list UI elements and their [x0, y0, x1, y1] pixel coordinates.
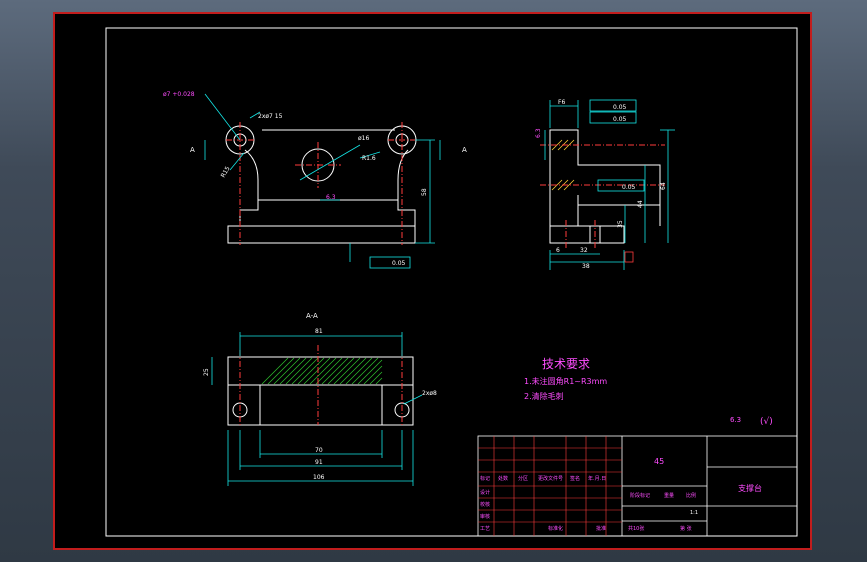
tb-scale: 比例: [686, 492, 696, 499]
tb-std: 标准化: [548, 525, 563, 532]
general-roughness-value: 6.3: [730, 416, 741, 424]
section-hatch: [261, 357, 383, 385]
tb-approve: 批准: [596, 525, 606, 532]
side-centerlines: [540, 144, 665, 250]
tb-stage: 阶段标记: [630, 492, 650, 499]
tb-scale-value: 1:1: [690, 510, 698, 516]
tol-side-3: 0.05: [622, 184, 636, 191]
dim-h35: 35: [617, 220, 624, 228]
dim-w38: 38: [582, 263, 590, 270]
side-hatch: [551, 139, 575, 191]
dim-w70: 70: [315, 447, 323, 454]
section-arrow-left: A: [190, 146, 195, 154]
tb-row-3: 校核: [480, 501, 490, 508]
tb-sheets: 共10张: [628, 525, 644, 532]
side-base: [549, 225, 625, 244]
dim-r16: R1.6: [362, 155, 376, 162]
tb-h2: 分区: [518, 475, 528, 482]
front-centerlines: [226, 122, 416, 245]
material: 45: [654, 457, 664, 466]
notes-line-2: 2.清除毛刺: [524, 391, 564, 401]
tol-side-2: 0.05: [613, 116, 627, 123]
dim-h25: 25: [203, 368, 210, 376]
tb-row-1: 标记: [480, 475, 490, 482]
tb-row-5: 工艺: [480, 526, 490, 532]
title-block-red: [478, 436, 622, 536]
tol-side-1: 0.05: [613, 104, 627, 111]
section-title: A-A: [306, 312, 318, 320]
dim-r15: R15: [220, 165, 232, 179]
dim-h44: 44: [637, 200, 644, 208]
flatness-front: 0.05: [392, 260, 406, 267]
notes-title: 技术要求: [542, 357, 590, 371]
part-name: 支撑台: [738, 483, 762, 493]
cad-viewport[interactable]: A A A-A ø7 +0.028 2xø7 15 ø16 R1.6 R15 5…: [0, 0, 867, 562]
engineering-drawing: A A A-A ø7 +0.028 2xø7 15 ø16 R1.6 R15 5…: [105, 27, 798, 537]
roughness-front: 6.3: [326, 194, 336, 201]
tb-row-2: 设计: [480, 489, 490, 496]
dim-f6: F6: [558, 99, 565, 106]
section-arrow-right: A: [462, 146, 467, 154]
dim-w81: 81: [315, 328, 323, 335]
tb-h1: 处数: [498, 475, 508, 482]
side-upright: [549, 129, 661, 226]
tb-weight: 重量: [664, 492, 674, 499]
roughness-side: 6.3: [535, 128, 542, 138]
dim-w106: 106: [313, 474, 325, 481]
general-roughness-mark: (√): [760, 416, 773, 427]
dim-w91: 91: [315, 459, 323, 466]
front-view: [225, 125, 417, 244]
section-body: [227, 385, 414, 426]
dim-h58: 58: [421, 188, 428, 196]
tb-row-4: 审核: [480, 513, 490, 520]
dim-hole-2x8: 2xø8: [422, 390, 437, 397]
inner-border: [105, 27, 798, 537]
dim-hole-count: 2xø7 15: [258, 113, 283, 120]
dim-w32: 32: [580, 247, 588, 254]
dim-w6: 6: [556, 247, 560, 254]
front-base: [227, 225, 416, 244]
notes-line-1: 1.未注圆角R1~R3mm: [524, 376, 607, 386]
tb-h4: 签名: [570, 475, 580, 482]
tb-h5: 年.月.日: [588, 475, 606, 482]
tb-h3: 更改文件号: [538, 475, 563, 482]
dim-hole-tol: ø7 +0.028: [163, 91, 195, 98]
dim-phi16: ø16: [358, 135, 369, 142]
dim-h64: 64: [660, 182, 667, 190]
tb-sheet-no: 第 张: [680, 525, 692, 532]
